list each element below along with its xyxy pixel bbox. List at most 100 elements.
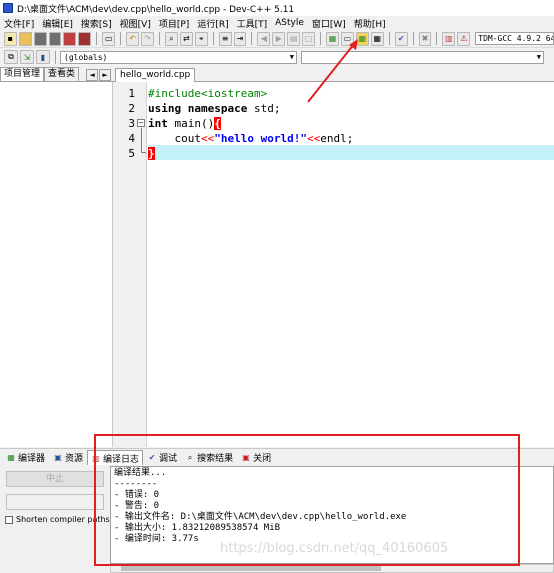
indent-icon[interactable]: ⇥ (233, 31, 247, 46)
resource-icon: ▣ (54, 453, 62, 462)
scope-value: (globals) (64, 52, 108, 62)
log-line: - 输出文件名: D:\桌面文件\ACM\dev\dev.cpp\hello_w… (114, 512, 407, 522)
watermark: https://blog.csdn.net/qq_40160605 (220, 541, 449, 556)
horizontal-scrollbar[interactable] (110, 564, 554, 573)
close-all-icon[interactable] (78, 31, 92, 46)
project-panel (0, 67, 113, 447)
goto-bookmark-icon[interactable]: ▮ (36, 50, 50, 64)
compiler-select[interactable]: TDM-GCC 4.9.2 64- (475, 32, 554, 45)
tab-resources[interactable]: ▣ 资源 (49, 450, 87, 465)
redo-icon[interactable]: ↷ (141, 31, 154, 46)
fold-line (141, 128, 142, 153)
code-text: cout (148, 132, 201, 145)
bar-chart-icon: ▥ (92, 453, 100, 463)
scrollbar-thumb[interactable] (121, 566, 381, 571)
tab-class-view[interactable]: 查看类 (44, 67, 80, 81)
tab-label: 编译器 (18, 454, 46, 464)
run-icon[interactable]: ▭ (340, 31, 354, 46)
menu-project[interactable]: 项目[P] (155, 17, 193, 30)
tab-project-manager[interactable]: 项目管理 (0, 67, 45, 81)
save-icon[interactable] (33, 31, 47, 46)
app-icon (3, 3, 13, 13)
menu-run[interactable]: 运行[R] (193, 17, 232, 30)
window-title: D:\桌面文件\ACM\dev\dev.cpp\hello_world.cpp … (17, 4, 295, 15)
tab-close[interactable]: ▣ 关闭 (237, 450, 275, 465)
syntax-check-icon[interactable]: ✔ (394, 31, 408, 46)
find-next-icon[interactable]: ⌖ (194, 31, 208, 46)
code-text: main() (167, 117, 215, 130)
fold-minus-icon[interactable]: − (137, 119, 145, 127)
bookmark-icon[interactable]: ▤ (287, 31, 301, 46)
replace-icon[interactable]: ⇄ (179, 31, 193, 46)
new-file-icon[interactable]: ▪ (3, 31, 17, 46)
debug-icon[interactable]: ⚠ (457, 31, 471, 46)
menu-window[interactable]: 窗口[W] (308, 17, 350, 30)
shorten-paths-label: Shorten compiler paths (16, 515, 110, 524)
keyword: using namespace (148, 102, 248, 115)
menu-tools[interactable]: 工具[T] (233, 17, 272, 30)
back-icon[interactable]: ◀ (257, 31, 271, 46)
editor-tab-bar: hello_world.cpp (113, 67, 554, 82)
line-number: 5 (128, 147, 135, 160)
title-bar: D:\桌面文件\ACM\dev\dev.cpp\hello_world.cpp … (0, 0, 554, 16)
close-file-icon[interactable] (63, 31, 77, 46)
code-line-4: cout<<"hello world!"<<endl; (148, 131, 353, 146)
stop-button[interactable]: 中止 (6, 471, 104, 487)
toggle-bookmark-icon[interactable]: ⇲ (20, 50, 34, 64)
code-line-1: #include<iostream> (148, 86, 267, 101)
compile-run-icon[interactable]: ▦ (355, 31, 369, 46)
menu-search[interactable]: 搜索[S] (77, 17, 116, 30)
open-file-icon[interactable] (18, 31, 32, 46)
chevron-down-icon: ▼ (536, 52, 541, 61)
code-editor[interactable]: 1 2 3 4 5 − #include<iostream> using nam… (113, 82, 554, 447)
tab-compile-log[interactable]: ▥ 编译日志 (87, 450, 144, 465)
tab-label: 搜索结果 (197, 454, 234, 464)
undo-icon[interactable]: ↶ (126, 31, 140, 46)
tab-scroll-right-icon[interactable]: ► (99, 69, 112, 81)
find-icon[interactable]: ⌕ (164, 31, 178, 46)
operator: << (306, 132, 321, 145)
print-icon[interactable]: ▭ (102, 31, 116, 46)
tab-debug[interactable]: ✔ 调试 (143, 450, 181, 465)
comment-icon[interactable]: ▢ (302, 31, 316, 46)
checkbox-icon[interactable] (5, 515, 13, 524)
log-line: - 错误: 0 (114, 490, 160, 500)
log-line: - 警告: 0 (114, 501, 160, 511)
log-line: - 输出大小: 1.83212089538574 MiB (114, 523, 281, 533)
menu-astyle[interactable]: AStyle (271, 18, 308, 28)
line-number: 4 (128, 132, 135, 145)
insert-icon[interactable]: ⧉ (4, 50, 18, 64)
menu-edit[interactable]: 编辑[E] (38, 17, 77, 30)
code-line-3: int main(){ (148, 116, 221, 131)
left-panel-tabs: 项目管理 查看类 ◄ ► (0, 67, 113, 82)
code-text: endl; (320, 132, 354, 145)
tab-search-results[interactable]: ⌕ 搜索结果 (181, 450, 237, 465)
compile-icon[interactable]: ▦ (326, 31, 339, 46)
menu-file[interactable]: 文件[F] (0, 17, 38, 30)
forward-icon[interactable]: ▶ (272, 31, 286, 46)
save-all-icon[interactable] (48, 31, 62, 46)
code-text: std; (247, 102, 281, 115)
toggle-comment-icon[interactable]: ≡ (218, 31, 232, 46)
bottom-tab-bar: ▦ 编译器 ▣ 资源 ▥ 编译日志 ✔ 调试 ⌕ 搜索结果 ▣ 关闭 (0, 448, 554, 466)
code-line-2: using namespace std; (148, 101, 280, 116)
tab-scroll-left-icon[interactable]: ◄ (86, 69, 99, 81)
class-toolbar: ⧉ ⇲ ▮ (globals) ▼ ▼ (0, 48, 554, 66)
profile-icon[interactable]: ▥ (442, 31, 456, 46)
line-number: 2 (128, 102, 135, 115)
scope-combo[interactable]: (globals) ▼ (60, 50, 297, 64)
member-combo[interactable]: ▼ (301, 50, 544, 64)
shorten-paths-checkbox[interactable]: Shorten compiler paths (5, 515, 110, 524)
fold-end (141, 152, 146, 153)
tab-compiler[interactable]: ▦ 编译器 (2, 450, 49, 465)
progress-box (6, 494, 104, 510)
rebuild-all-icon[interactable]: ▦ (370, 31, 384, 46)
menu-view[interactable]: 视图[V] (116, 17, 155, 30)
log-line: -------- (114, 479, 158, 489)
tab-label: 编译日志 (103, 454, 140, 465)
menu-help[interactable]: 帮助[H] (350, 17, 390, 30)
close-icon: ▣ (242, 453, 250, 462)
stop-execution-icon[interactable]: ✖ (418, 31, 432, 46)
tab-hello-world[interactable]: hello_world.cpp (115, 68, 196, 82)
check-icon: ✔ (148, 453, 156, 462)
